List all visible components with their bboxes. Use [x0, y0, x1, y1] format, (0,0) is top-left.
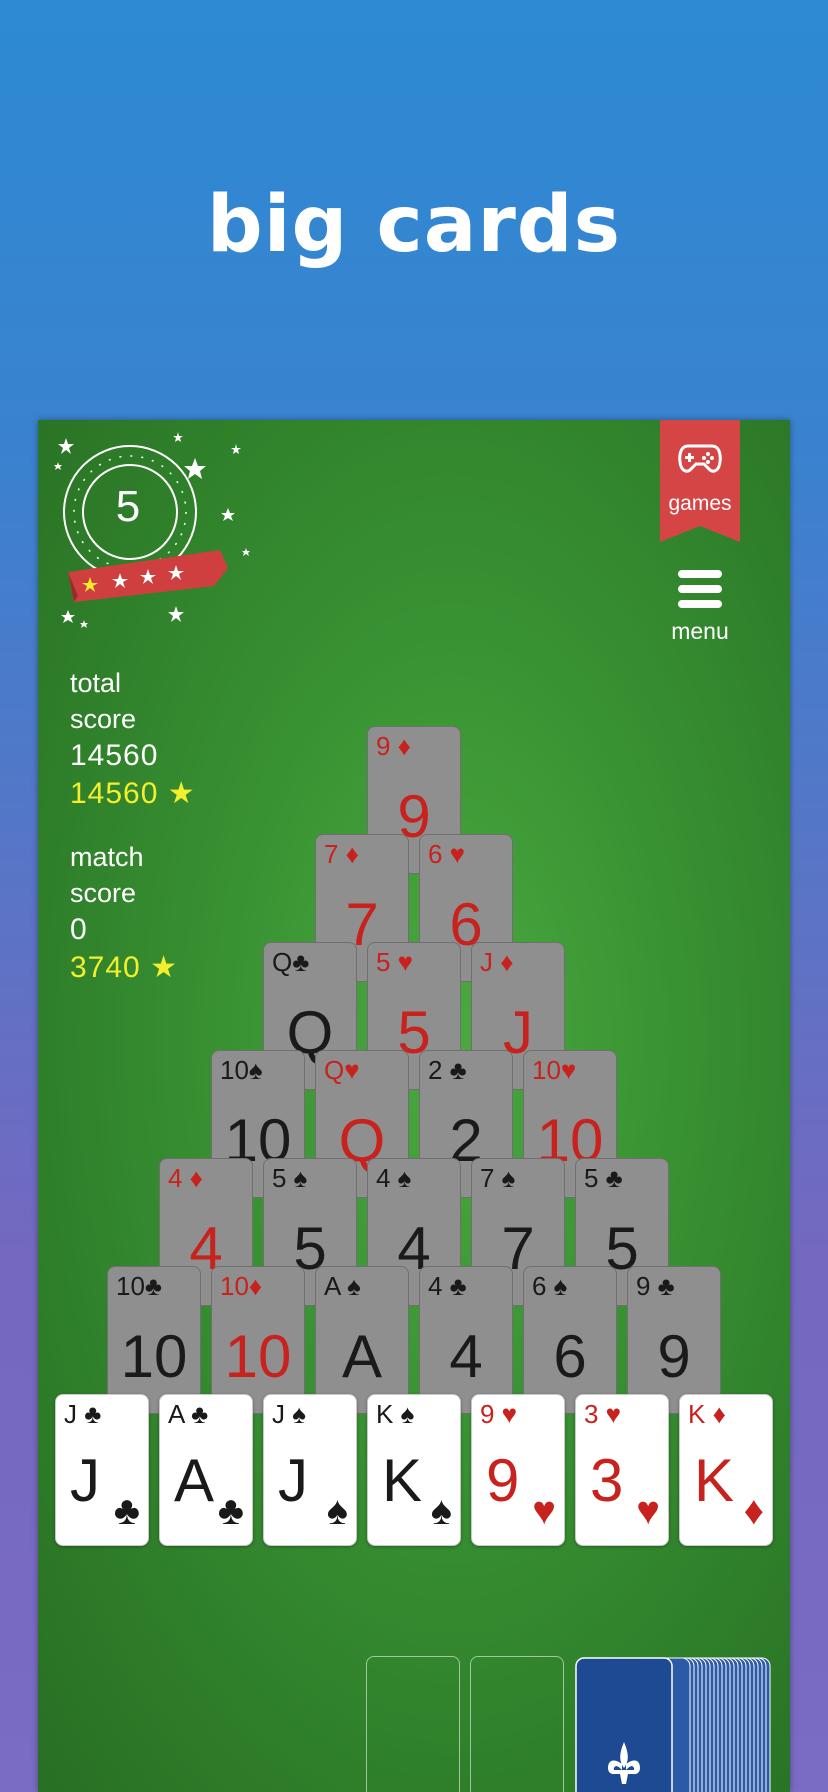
match-score-value: 0: [70, 913, 88, 946]
gamepad-icon: [678, 444, 722, 473]
card-corner-label: A ♠: [324, 1271, 361, 1301]
match-score-label-2: score: [70, 878, 137, 908]
score-panel: total score 14560 14560 ★ match score 0 …: [70, 665, 196, 987]
level-number: 5: [115, 482, 141, 531]
card-suit-icon: ♦: [743, 1489, 764, 1533]
level-badge: 5: [38, 420, 268, 630]
total-score-label-2: score: [70, 704, 137, 734]
total-score-label-1: total: [70, 668, 122, 698]
card-corner-label: 9 ♣: [636, 1271, 675, 1301]
pyramid-card[interactable]: A ♠ A: [315, 1266, 409, 1414]
card-rank: 10: [224, 1323, 292, 1390]
playable-card[interactable]: J ♣ J ♣: [55, 1394, 149, 1546]
card-suit-icon: ♠: [430, 1489, 452, 1533]
card-corner-label: 5 ♠: [272, 1163, 308, 1193]
card-corner-label: Q♥: [324, 1055, 360, 1085]
pyramid-card[interactable]: 6 ♠ 6: [523, 1266, 617, 1414]
card-corner-label: J ♦: [480, 947, 514, 977]
match-score-best: 3740 ★: [70, 951, 178, 984]
card-suit-icon: ♥: [532, 1489, 556, 1533]
card-corner-label: 4 ♣: [428, 1271, 467, 1301]
card-corner-label: 10♥: [532, 1055, 577, 1085]
card-rank: 10: [120, 1323, 188, 1390]
card-corner-label: A ♣: [168, 1399, 209, 1429]
pyramid-card[interactable]: 4 ♣ 4: [419, 1266, 513, 1414]
card-corner-label: 10♣: [116, 1271, 162, 1301]
card-rank: 6: [553, 1323, 587, 1390]
card-corner-label: Q♣: [272, 947, 310, 977]
card-corner-label: 10♠: [220, 1055, 263, 1085]
card-corner-label: K ♦: [688, 1399, 726, 1429]
card-back-stack: [575, 1657, 771, 1792]
card-suit-icon: ♣: [113, 1489, 140, 1533]
card-corner-label: 4 ♦: [168, 1163, 203, 1193]
foundation-slot[interactable]: [470, 1656, 564, 1792]
card-corner-label: 2 ♣: [428, 1055, 467, 1085]
card-corner-label: K ♠: [376, 1399, 415, 1429]
playable-card[interactable]: 3 ♥ 3 ♥: [575, 1394, 669, 1546]
card-rank: A: [341, 1323, 383, 1390]
playable-card[interactable]: 9 ♥ 9 ♥: [471, 1394, 565, 1546]
card-corner-label: 10♦: [220, 1271, 263, 1301]
playable-card[interactable]: K ♠ K ♠: [367, 1394, 461, 1546]
card-rank: 4: [449, 1323, 483, 1390]
headline: big cards: [206, 180, 622, 270]
card-suit-icon: ♥: [636, 1489, 660, 1533]
playable-card[interactable]: J ♠ J ♠: [263, 1394, 357, 1546]
card-corner-label: 7 ♠: [480, 1163, 516, 1193]
hamburger-icon: [678, 570, 722, 608]
card-corner-label: 9 ♦: [376, 731, 411, 761]
card-corner-label: 7 ♦: [324, 839, 359, 869]
card-corner-label: 4 ♠: [376, 1163, 412, 1193]
card-suit-icon: ♣: [217, 1489, 244, 1533]
card-corner-label: J ♠: [272, 1399, 307, 1429]
card-corner-label: 5 ♣: [584, 1163, 623, 1193]
card-corner-label: 5 ♥: [376, 947, 414, 977]
games-button[interactable]: games: [660, 420, 740, 542]
playable-card[interactable]: K ♦ K ♦: [679, 1394, 773, 1546]
pyramid-card[interactable]: 9 ♣ 9: [627, 1266, 721, 1414]
card-rank: 9: [657, 1323, 691, 1390]
pyramid-card[interactable]: 10♦ 10: [211, 1266, 305, 1414]
pyramid-card[interactable]: 10♣ 10: [107, 1266, 201, 1414]
card-suit-icon: ♠: [326, 1489, 348, 1533]
card-corner-label: J ♣: [64, 1399, 102, 1429]
menu-label: menu: [671, 618, 729, 644]
card-corner-label: 6 ♠: [532, 1271, 568, 1301]
menu-button[interactable]: menu: [658, 570, 742, 645]
playable-card[interactable]: A ♣ A ♣: [159, 1394, 253, 1546]
card-corner-label: 6 ♥: [428, 839, 466, 869]
game-board: 5 total score 14560 14560 ★ match score …: [38, 420, 790, 1792]
games-ribbon: [660, 420, 740, 542]
total-score-best: 14560 ★: [70, 777, 196, 810]
stock-pile[interactable]: [574, 1656, 772, 1792]
total-score-value: 14560: [70, 739, 159, 772]
match-score-label-1: match: [70, 842, 144, 872]
waste-slot[interactable]: [366, 1656, 460, 1792]
card-corner-label: 9 ♥: [480, 1399, 518, 1429]
games-label: games: [668, 492, 732, 515]
card-corner-label: 3 ♥: [584, 1399, 622, 1429]
